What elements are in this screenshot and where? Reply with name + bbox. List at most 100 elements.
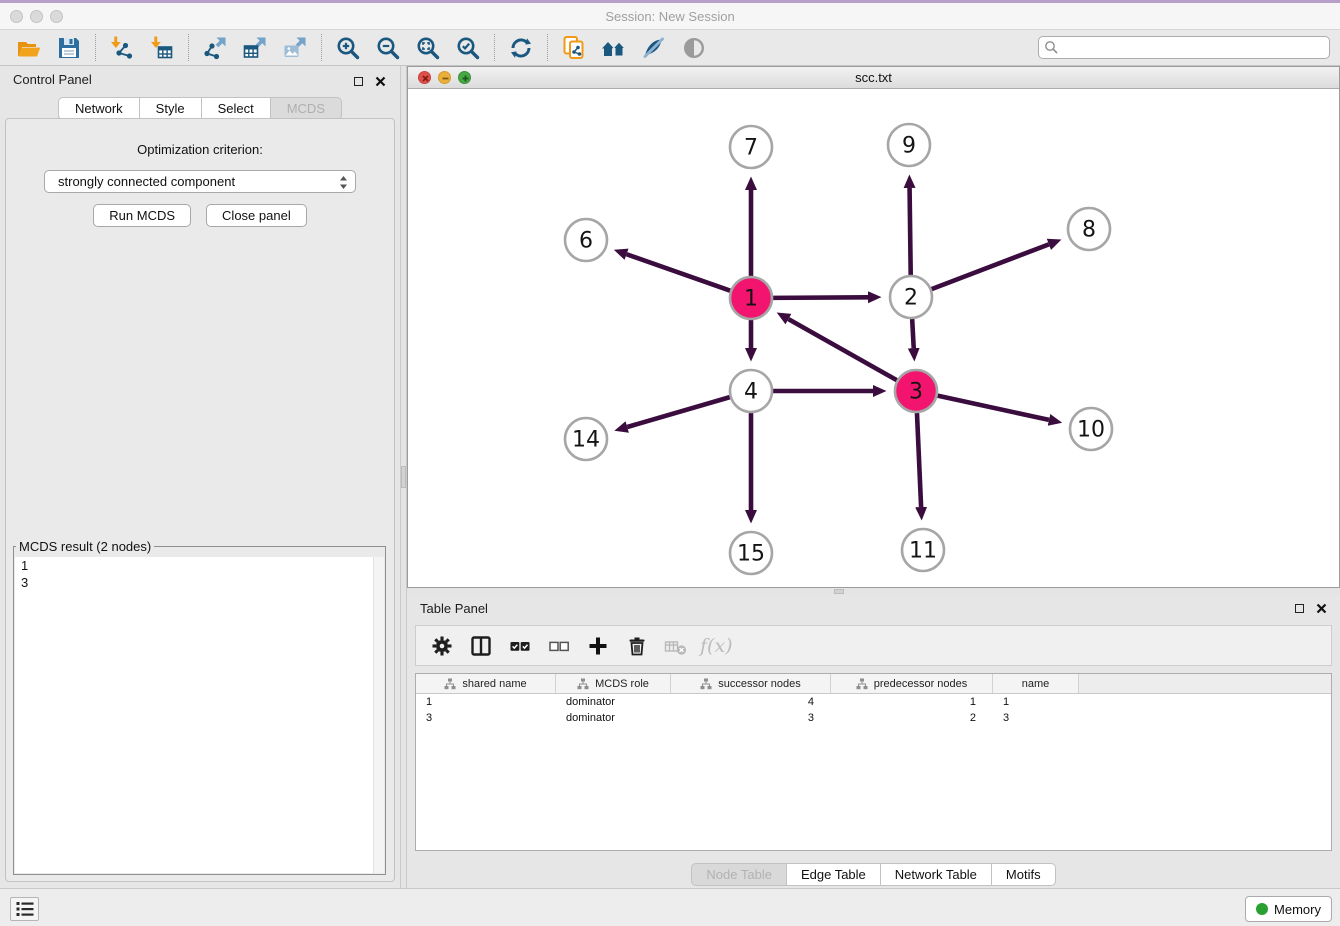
close-table-panel-button[interactable] (1314, 601, 1328, 615)
close-panel-button[interactable] (373, 74, 387, 88)
import-table-file-icon[interactable] (149, 35, 175, 61)
apply-layout-icon[interactable] (508, 35, 534, 61)
delete-column-icon[interactable] (625, 634, 649, 658)
delete-table-icon[interactable] (664, 634, 688, 658)
table-panel: Table Panel f(x) shared nameMCD (407, 595, 1340, 888)
network-canvas-svg[interactable]: 7 9 6 8 1 2 4 3 14 10 15 11 (408, 89, 1339, 587)
tab-node-table[interactable]: Node Table (691, 863, 787, 886)
edge-2-9[interactable] (910, 188, 911, 275)
graph-node-6[interactable]: 6 (565, 219, 607, 261)
node-label: 8 (1082, 218, 1096, 243)
tab-style[interactable]: Style (140, 97, 202, 120)
criterion-dropdown[interactable]: strongly connected component (44, 170, 356, 193)
mcds-panel: Optimization criterion: strongly connect… (5, 118, 395, 882)
graph-node-10[interactable]: 10 (1070, 408, 1112, 450)
hierarchy-icon (577, 678, 589, 690)
graph-node-11[interactable]: 11 (902, 529, 944, 571)
table-cell: 1 (416, 696, 556, 708)
graph-node-1[interactable]: 1 (730, 277, 772, 319)
vertical-splitter[interactable] (400, 66, 407, 888)
zoom-fit-icon[interactable] (415, 35, 441, 61)
tab-motifs[interactable]: Motifs (992, 863, 1056, 886)
table-settings-gear-icon[interactable] (430, 634, 454, 658)
network-window-titlebar[interactable]: scc.txt (408, 67, 1339, 89)
tab-edge-table[interactable]: Edge Table (787, 863, 881, 886)
graph-node-4[interactable]: 4 (730, 370, 772, 412)
edge-3-10[interactable] (937, 396, 1048, 420)
graph-node-2[interactable]: 2 (890, 276, 932, 318)
column-header-name[interactable]: name (993, 674, 1079, 693)
close-panel-button-2[interactable]: Close panel (206, 204, 307, 227)
edge-3-1[interactable] (788, 319, 896, 380)
table-panel-tabs: Node TableEdge TableNetwork TableMotifs (407, 863, 1340, 886)
mcds-result-title: MCDS result (2 nodes) (16, 539, 154, 554)
column-header-mcds-role[interactable]: MCDS role (556, 674, 671, 693)
horizontal-splitter[interactable] (407, 588, 1340, 595)
graph-node-3[interactable]: 3 (895, 370, 937, 412)
graph-node-14[interactable]: 14 (565, 418, 607, 460)
splitter-handle[interactable] (834, 589, 844, 594)
tab-network[interactable]: Network (58, 97, 140, 120)
scrollbar-track[interactable] (373, 557, 384, 873)
search-input[interactable] (1038, 36, 1330, 59)
add-column-icon[interactable] (586, 634, 610, 658)
node-label: 9 (902, 134, 916, 159)
select-all-checkboxes-icon[interactable] (508, 634, 532, 658)
deselect-all-checkboxes-icon[interactable] (547, 634, 571, 658)
zoom-out-icon[interactable] (375, 35, 401, 61)
edge-1-2[interactable] (773, 297, 868, 298)
edge-2-8[interactable] (932, 244, 1049, 289)
list-icon (15, 900, 35, 918)
table-cell: dominator (556, 712, 671, 724)
tab-select[interactable]: Select (202, 97, 271, 120)
column-header-predecessor-nodes[interactable]: predecessor nodes (831, 674, 993, 693)
first-neighbors-icon[interactable] (601, 35, 627, 61)
zoom-selected-icon[interactable] (455, 35, 481, 61)
run-mcds-button[interactable]: Run MCDS (93, 204, 191, 227)
edge-1-6[interactable] (627, 254, 731, 290)
splitter-handle[interactable] (401, 466, 406, 488)
memory-status-dot (1256, 903, 1268, 915)
column-header-successor-nodes[interactable]: successor nodes (671, 674, 831, 693)
mcds-result-list[interactable]: 13 (15, 557, 384, 873)
titlebar: Session: New Session (0, 3, 1340, 30)
table-row[interactable]: 1dominator411 (416, 694, 1331, 710)
graph-node-8[interactable]: 8 (1068, 208, 1110, 250)
memory-button[interactable]: Memory (1245, 896, 1332, 922)
import-network-file-icon[interactable] (109, 35, 135, 61)
close-icon (375, 76, 386, 87)
table-cell: 2 (831, 712, 993, 724)
graph-node-9[interactable]: 9 (888, 124, 930, 166)
tab-network-table[interactable]: Network Table (881, 863, 992, 886)
float-panel-button[interactable] (351, 74, 365, 88)
node-label: 11 (909, 539, 937, 564)
export-table-icon[interactable] (242, 35, 268, 61)
show-panels-button[interactable] (10, 897, 39, 921)
network-view-window: scc.txt 7 9 6 8 1 2 4 3 14 10 15 11 (407, 66, 1340, 588)
column-header-shared-name[interactable]: shared name (416, 674, 556, 693)
edge-3-11[interactable] (917, 413, 921, 507)
edge-4-14[interactable] (627, 397, 730, 427)
table-cell: dominator (556, 696, 671, 708)
export-network-icon[interactable] (202, 35, 228, 61)
tab-mcds[interactable]: MCDS (271, 97, 342, 120)
export-image-icon[interactable] (282, 35, 308, 61)
duplicate-network-icon[interactable] (561, 35, 587, 61)
float-icon (354, 77, 363, 86)
birds-eye-view-icon[interactable] (681, 35, 707, 61)
node-label: 15 (737, 542, 765, 567)
column-label: MCDS role (595, 678, 649, 690)
node-table[interactable]: shared name MCDS role successor nodesprede… (415, 673, 1332, 851)
split-columns-icon[interactable] (469, 634, 493, 658)
graph-node-7[interactable]: 7 (730, 126, 772, 168)
edge-2-3[interactable] (912, 319, 914, 348)
function-builder-icon[interactable]: f(x) (700, 635, 733, 657)
table-row[interactable]: 3dominator323 (416, 710, 1331, 726)
float-table-panel-button[interactable] (1292, 601, 1306, 615)
save-session-icon[interactable] (56, 35, 82, 61)
zoom-in-icon[interactable] (335, 35, 361, 61)
graph-node-15[interactable]: 15 (730, 532, 772, 574)
show-graphics-details-icon[interactable] (641, 35, 667, 61)
node-label: 6 (579, 229, 593, 254)
open-session-icon[interactable] (16, 35, 42, 61)
